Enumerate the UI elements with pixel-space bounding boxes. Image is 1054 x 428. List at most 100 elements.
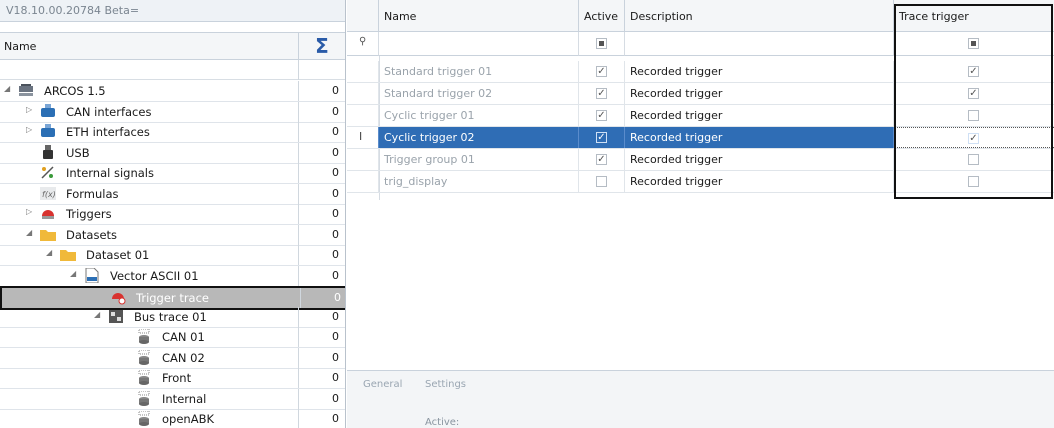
cell-description[interactable]: Recorded trigger bbox=[625, 61, 894, 82]
trace-trigger-checkbox[interactable] bbox=[968, 176, 979, 187]
tree-row[interactable]: ◢ ARCOS 1.5 0 bbox=[0, 81, 345, 102]
cell-trace-trigger[interactable] bbox=[894, 149, 1054, 170]
grid-row[interactable]: Trigger group 01 Recorded trigger bbox=[347, 149, 1054, 171]
tree-row[interactable]: ◢ Bus trace 01 0 bbox=[0, 306, 345, 328]
grid-row[interactable]: Standard trigger 01 Recorded trigger bbox=[347, 61, 1054, 83]
filter-active[interactable] bbox=[579, 32, 625, 56]
tree-filter-row[interactable] bbox=[0, 60, 345, 80]
tree-row[interactable]: ◢ Dataset 01 0 bbox=[0, 245, 345, 266]
row-indicator[interactable] bbox=[347, 149, 379, 170]
tree-row[interactable]: Internal 0 bbox=[0, 388, 345, 410]
expand-open-icon[interactable]: ◢ bbox=[46, 248, 52, 257]
trigger-icon bbox=[40, 206, 56, 221]
tree-row-count: 0 bbox=[332, 166, 339, 179]
cell-trace-trigger[interactable] bbox=[894, 127, 1054, 148]
trace-trigger-checkbox[interactable] bbox=[968, 133, 979, 144]
active-checkbox[interactable] bbox=[596, 154, 607, 165]
cell-trace-trigger[interactable] bbox=[894, 171, 1054, 192]
cell-active[interactable] bbox=[579, 83, 625, 104]
pin-icon[interactable]: ⚲ bbox=[359, 36, 366, 47]
cell-trace-trigger[interactable] bbox=[894, 61, 1054, 82]
cell-trace-trigger[interactable] bbox=[894, 83, 1054, 104]
expand-open-icon[interactable]: ◢ bbox=[94, 310, 100, 319]
column-header-description[interactable]: Description bbox=[625, 0, 894, 32]
active-checkbox[interactable] bbox=[596, 110, 607, 121]
expand-closed-icon[interactable]: ▷ bbox=[26, 125, 32, 134]
tree-row-label: openABK bbox=[162, 412, 214, 426]
cell-active[interactable] bbox=[579, 127, 625, 148]
row-indicator[interactable] bbox=[347, 105, 379, 126]
cell-description[interactable]: Recorded trigger bbox=[625, 83, 894, 104]
expand-closed-icon[interactable]: ▷ bbox=[26, 105, 32, 114]
tree-row[interactable]: ▷ Triggers 0 bbox=[0, 204, 345, 225]
tree-row-label: Internal bbox=[162, 391, 207, 406]
cell-active[interactable] bbox=[579, 105, 625, 126]
filter-description[interactable] bbox=[625, 32, 894, 56]
bus-trace-icon bbox=[108, 309, 124, 324]
expand-closed-icon[interactable]: ▷ bbox=[26, 207, 32, 216]
cell-description[interactable]: Recorded trigger bbox=[625, 149, 894, 170]
tree-row[interactable]: ▷ CAN interfaces 0 bbox=[0, 101, 345, 123]
cell-active[interactable] bbox=[579, 61, 625, 82]
cell-name[interactable]: Standard trigger 01 bbox=[379, 61, 579, 82]
active-checkbox[interactable] bbox=[596, 88, 607, 99]
row-indicator[interactable]: I bbox=[347, 127, 379, 148]
filter-trace[interactable] bbox=[894, 32, 1054, 56]
trace-trigger-checkbox[interactable] bbox=[968, 88, 979, 99]
filter-active-checkbox[interactable] bbox=[596, 38, 607, 49]
active-checkbox[interactable] bbox=[596, 132, 607, 143]
tree-row-label: Triggers bbox=[66, 207, 112, 221]
tab-settings[interactable]: Settings bbox=[425, 379, 466, 390]
tree-row[interactable]: f(x) Formulas 0 bbox=[0, 183, 345, 205]
tab-general[interactable]: General bbox=[363, 379, 402, 390]
signals-icon bbox=[40, 165, 56, 180]
grid-row[interactable]: trig_display Recorded trigger bbox=[347, 171, 1054, 193]
cell-name[interactable]: trig_display bbox=[379, 171, 579, 192]
trace-trigger-checkbox[interactable] bbox=[968, 110, 979, 121]
expand-open-icon[interactable]: ◢ bbox=[26, 228, 32, 237]
trace-trigger-checkbox[interactable] bbox=[968, 66, 979, 77]
expand-open-icon[interactable]: ◢ bbox=[70, 269, 76, 278]
column-header-trace-trigger[interactable]: Trace trigger bbox=[894, 0, 1054, 32]
tree-row-count: 0 bbox=[332, 330, 339, 343]
grid-row[interactable]: Cyclic trigger 01 Recorded trigger bbox=[347, 105, 1054, 127]
tree-row[interactable]: ▷ ETH interfaces 0 bbox=[0, 122, 345, 143]
detail-pane: General Settings Active: bbox=[347, 370, 1054, 428]
tree-row[interactable]: ◢ Vector ASCII 01 0 bbox=[0, 265, 345, 287]
row-indicator[interactable] bbox=[347, 171, 379, 192]
cell-name[interactable]: Standard trigger 02 bbox=[379, 83, 579, 104]
active-checkbox[interactable] bbox=[596, 176, 607, 187]
row-indicator-header bbox=[347, 0, 379, 32]
tree-row[interactable]: Front 0 bbox=[0, 368, 345, 389]
cell-name[interactable]: Cyclic trigger 01 bbox=[379, 105, 579, 126]
cell-name[interactable]: Trigger group 01 bbox=[379, 149, 579, 170]
cell-description[interactable]: Recorded trigger bbox=[625, 171, 894, 192]
grid-row[interactable]: I Cyclic trigger 02 Recorded trigger bbox=[347, 127, 1054, 149]
row-indicator[interactable] bbox=[347, 83, 379, 104]
tree-row-label: Dataset 01 bbox=[86, 248, 150, 262]
tree-row[interactable]: openABK 0 bbox=[0, 409, 345, 428]
tree-row-count: 0 bbox=[332, 125, 339, 138]
tree-row[interactable]: CAN 02 0 bbox=[0, 347, 345, 369]
cell-name[interactable]: Cyclic trigger 02 bbox=[379, 127, 579, 148]
cell-active[interactable] bbox=[579, 171, 625, 192]
sigma-icon[interactable]: Σ bbox=[298, 33, 345, 60]
cell-description[interactable]: Recorded trigger bbox=[625, 127, 894, 148]
active-checkbox[interactable] bbox=[596, 66, 607, 77]
filter-trace-checkbox[interactable] bbox=[968, 38, 979, 49]
trace-trigger-checkbox[interactable] bbox=[968, 154, 979, 165]
column-header-name[interactable]: Name bbox=[379, 0, 579, 32]
expand-open-icon[interactable]: ◢ bbox=[4, 84, 10, 93]
cell-trace-trigger[interactable] bbox=[894, 105, 1054, 126]
grid-row[interactable]: Standard trigger 02 Recorded trigger bbox=[347, 83, 1054, 105]
tree-row[interactable]: CAN 01 0 bbox=[0, 327, 345, 348]
row-indicator[interactable] bbox=[347, 61, 379, 82]
tree-row[interactable]: Internal signals 0 bbox=[0, 163, 345, 184]
column-header-active[interactable]: Active bbox=[579, 0, 625, 32]
filter-name[interactable] bbox=[379, 32, 579, 56]
tree-row[interactable]: ◢ Datasets 0 bbox=[0, 224, 345, 246]
tree-row[interactable]: USB 0 bbox=[0, 142, 345, 164]
cell-description[interactable]: Recorded trigger bbox=[625, 105, 894, 126]
tree-header-name[interactable]: Name bbox=[4, 40, 36, 53]
cell-active[interactable] bbox=[579, 149, 625, 170]
